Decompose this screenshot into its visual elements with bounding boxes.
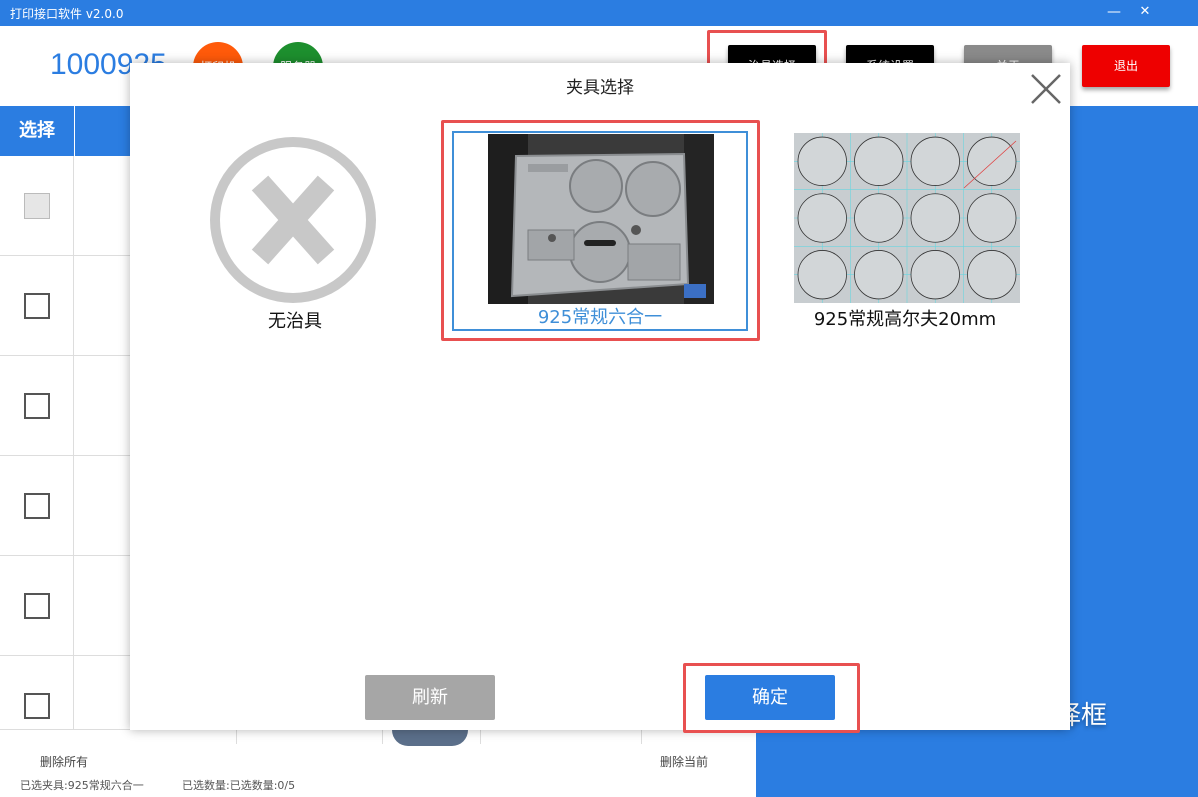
table-row <box>0 556 130 656</box>
select-cell <box>0 156 74 256</box>
table-row <box>0 156 130 256</box>
row-checkbox[interactable] <box>24 293 50 319</box>
select-cell <box>0 256 74 356</box>
table-row <box>0 456 130 556</box>
select-cell <box>0 556 74 656</box>
row-checkbox[interactable] <box>24 693 50 719</box>
highlight-box-selected-fixture <box>441 120 760 341</box>
fixture-label: 无治具 <box>268 311 322 332</box>
preview-panel <box>1070 106 1198 797</box>
delete-all-link[interactable]: 删除所有 <box>40 753 88 770</box>
fixture-layout-image <box>794 133 1020 303</box>
selected-fixture-status: 已选夹具:925常规六合一 <box>20 779 144 792</box>
selected-count-status: 已选数量:已选数量:0/5 <box>182 779 296 792</box>
preview-panel-bottom <box>756 730 1198 797</box>
select-column-header: 选择 <box>0 106 74 156</box>
fixture-option-none[interactable]: 无治具 <box>200 135 390 335</box>
select-cell <box>0 456 74 556</box>
window-title: 打印接口软件 v2.0.0 <box>10 7 124 21</box>
row-checkbox[interactable] <box>24 393 50 419</box>
dialog-title: 夹具选择 <box>566 78 634 98</box>
table-row <box>0 656 130 730</box>
exit-button[interactable]: 退出 <box>1082 45 1170 87</box>
no-fixture-icon <box>210 137 376 303</box>
select-cell <box>0 656 74 730</box>
title-bar: 打印接口软件 v2.0.0 — ✕ <box>0 0 1198 26</box>
close-window-icon[interactable]: ✕ <box>1135 2 1155 22</box>
delete-current-link[interactable]: 删除当前 <box>660 753 708 770</box>
fixture-select-dialog: 夹具选择 无治具 925常规六合一 925常规高尔夫20mm 刷新 确定 <box>130 63 1070 733</box>
row-checkbox[interactable] <box>24 593 50 619</box>
table-header-cell <box>74 106 134 156</box>
fixture-option-golf[interactable]: 925常规高尔夫20mm <box>780 133 1030 333</box>
select-cell <box>0 356 74 456</box>
table-row <box>0 256 130 356</box>
table-row <box>0 356 130 456</box>
minimize-icon[interactable]: — <box>1104 2 1124 22</box>
fixture-label: 925常规高尔夫20mm <box>813 309 997 330</box>
row-checkbox[interactable] <box>24 493 50 519</box>
row-checkbox-disabled <box>24 193 50 219</box>
highlight-box-confirm <box>683 663 860 733</box>
refresh-button[interactable]: 刷新 <box>365 675 495 720</box>
close-icon[interactable] <box>1028 71 1064 107</box>
thumbnail-image <box>392 730 468 746</box>
